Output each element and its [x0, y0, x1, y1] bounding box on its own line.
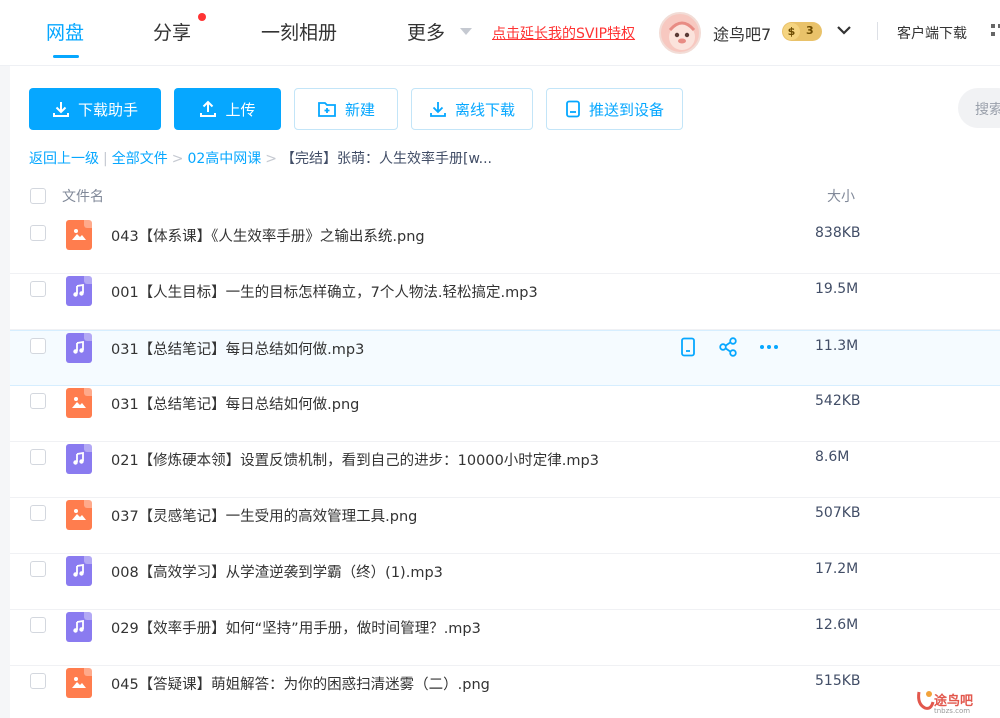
file-name-link[interactable]: 045【答疑课】萌姐解答：为你的困惑扫清迷雾（二）.png	[111, 673, 490, 694]
active-tab-indicator	[53, 55, 79, 58]
image-file-icon	[66, 388, 92, 418]
new-folder-icon	[318, 102, 336, 117]
notification-dot	[198, 13, 206, 21]
breadcrumb-separator: >	[265, 151, 278, 167]
breadcrumb-separator: >	[171, 151, 184, 167]
offline-download-button[interactable]: 离线下载	[411, 88, 533, 130]
row-checkbox[interactable]	[30, 338, 46, 354]
table-row[interactable]: 037【灵感笔记】一生受用的高效管理工具.png 507KB	[10, 498, 1000, 554]
caret-down-icon[interactable]	[460, 28, 472, 35]
row-checkbox[interactable]	[30, 505, 46, 521]
chevron-down-icon[interactable]	[836, 22, 852, 38]
table-header: 文件名 大小	[10, 178, 1000, 216]
file-size: 17.2M	[815, 561, 859, 577]
table-row[interactable]: 029【效率手册】如何“坚持”用手册，做时间管理？.mp3 12.6M	[10, 610, 1000, 666]
table-row[interactable]: 045【答疑课】萌姐解答：为你的困惑扫清迷雾（二）.png 515KB	[10, 666, 1000, 718]
file-name-link[interactable]: 031【总结笔记】每日总结如何做.mp3	[111, 338, 364, 359]
select-all-checkbox[interactable]	[30, 188, 46, 204]
image-file-icon	[66, 500, 92, 530]
download-helper-label: 下载助手	[77, 100, 138, 119]
file-name-link[interactable]: 029【效率手册】如何“坚持”用手册，做时间管理？.mp3	[111, 617, 481, 638]
table-row[interactable]: 031【总结笔记】每日总结如何做.png 542KB	[10, 386, 1000, 442]
watermark-subtext: tnbzs.com	[934, 707, 971, 715]
table-row[interactable]: 021【修炼硬本领】设置反馈机制，看到自己的进步：10000小时定律.mp3 8.…	[10, 442, 1000, 498]
file-size: 8.6M	[815, 449, 850, 465]
breadcrumb-back-link[interactable]: 返回上一级	[29, 151, 99, 167]
top-nav: 网盘 分享 一刻相册 更多 点击延长我的SVIP特权 途鸟吧7 $ 3 客户端下…	[0, 0, 1000, 66]
row-checkbox[interactable]	[30, 561, 46, 577]
divider	[877, 22, 878, 40]
file-name-link[interactable]: 008【高效学习】从学渣逆袭到学霸（终）(1).mp3	[111, 561, 443, 582]
column-header-size[interactable]: 大小	[827, 186, 855, 206]
breadcrumb-current: 【完结】张萌：人生效率手册[w...	[281, 151, 492, 167]
device-icon	[566, 100, 580, 118]
file-size: 507KB	[815, 505, 861, 521]
download-icon	[52, 102, 69, 117]
table-row[interactable]: 008【高效学习】从学渣逆袭到学霸（终）(1).mp3 17.2M	[10, 554, 1000, 610]
more-options-icon[interactable]	[758, 337, 780, 357]
tab-share[interactable]: 分享	[153, 18, 191, 45]
menu-icon[interactable]	[990, 22, 1000, 40]
push-to-device-button[interactable]: 推送到设备	[546, 88, 683, 130]
file-size: 515KB	[815, 673, 861, 689]
file-size: 12.6M	[815, 617, 859, 633]
audio-file-icon	[66, 612, 92, 642]
breadcrumb-divider: |	[103, 151, 108, 167]
download-helper-button[interactable]: 下载助手	[29, 88, 161, 130]
tab-netdisk[interactable]: 网盘	[46, 18, 84, 45]
file-size: 838KB	[815, 225, 861, 241]
vip-level-number: 3	[806, 24, 814, 37]
row-checkbox[interactable]	[30, 673, 46, 689]
file-size: 19.5M	[815, 281, 859, 297]
audio-file-icon	[66, 333, 92, 363]
vip-coin-icon: $	[783, 23, 800, 40]
share-icon[interactable]	[718, 337, 738, 357]
client-download-link[interactable]: 客户端下载	[897, 23, 967, 43]
table-row[interactable]: 001【人生目标】一生的目标怎样确立，7个人物法.轻松搞定.mp3 19.5M	[10, 274, 1000, 330]
image-file-icon	[66, 220, 92, 250]
svip-renew-link[interactable]: 点击延长我的SVIP特权	[492, 23, 635, 43]
audio-file-icon	[66, 556, 92, 586]
file-name-link[interactable]: 021【修炼硬本领】设置反馈机制，看到自己的进步：10000小时定律.mp3	[111, 449, 599, 470]
file-size: 542KB	[815, 393, 861, 409]
audio-file-icon	[66, 276, 92, 306]
avatar[interactable]	[659, 12, 701, 54]
file-name-link[interactable]: 037【灵感笔记】一生受用的高效管理工具.png	[111, 505, 417, 526]
row-checkbox[interactable]	[30, 393, 46, 409]
breadcrumb: 返回上一级 | 全部文件 >02高中网课 > 【完结】张萌：人生效率手册[w...	[29, 148, 492, 168]
sidebar-edge	[0, 66, 10, 718]
watermark-logo-icon	[917, 691, 935, 710]
row-checkbox[interactable]	[30, 281, 46, 297]
vip-level-badge: $ 3	[782, 22, 822, 41]
row-checkbox[interactable]	[30, 225, 46, 241]
breadcrumb-folder-link[interactable]: 02高中网课	[187, 151, 261, 167]
offline-download-label: 离线下载	[454, 100, 515, 119]
upload-icon	[200, 100, 217, 117]
upload-label: 上传	[225, 100, 256, 119]
username[interactable]: 途鸟吧7	[713, 21, 771, 45]
upload-button[interactable]: 上传	[174, 88, 281, 130]
file-list: 043【体系课】《人生效率手册》之输出系统.png 838KB 001【人生目标】一…	[10, 218, 1000, 718]
row-checkbox[interactable]	[30, 617, 46, 633]
tab-moment-album[interactable]: 一刻相册	[261, 18, 337, 45]
table-row[interactable]: 031【总结笔记】每日总结如何做.mp3 11.3M	[10, 330, 1000, 386]
image-file-icon	[66, 668, 92, 698]
row-actions	[678, 337, 780, 357]
column-header-filename[interactable]: 文件名	[62, 186, 104, 206]
push-to-device-label: 推送到设备	[588, 100, 664, 119]
push-device-icon[interactable]	[678, 337, 698, 357]
file-name-link[interactable]: 031【总结笔记】每日总结如何做.png	[111, 393, 359, 414]
download-icon	[430, 102, 446, 117]
new-folder-button[interactable]: 新建	[294, 88, 398, 130]
file-size: 11.3M	[815, 338, 859, 354]
file-name-link[interactable]: 043【体系课】《人生效率手册》之输出系统.png	[111, 225, 425, 246]
breadcrumb-all-files-link[interactable]: 全部文件	[112, 151, 168, 167]
new-label: 新建	[344, 100, 375, 119]
tab-more[interactable]: 更多	[407, 18, 445, 45]
file-name-link[interactable]: 001【人生目标】一生的目标怎样确立，7个人物法.轻松搞定.mp3	[111, 281, 538, 302]
table-row[interactable]: 043【体系课】《人生效率手册》之输出系统.png 838KB	[10, 218, 1000, 274]
search-input[interactable]: 搜索	[958, 88, 1000, 128]
row-checkbox[interactable]	[30, 449, 46, 465]
audio-file-icon	[66, 444, 92, 474]
